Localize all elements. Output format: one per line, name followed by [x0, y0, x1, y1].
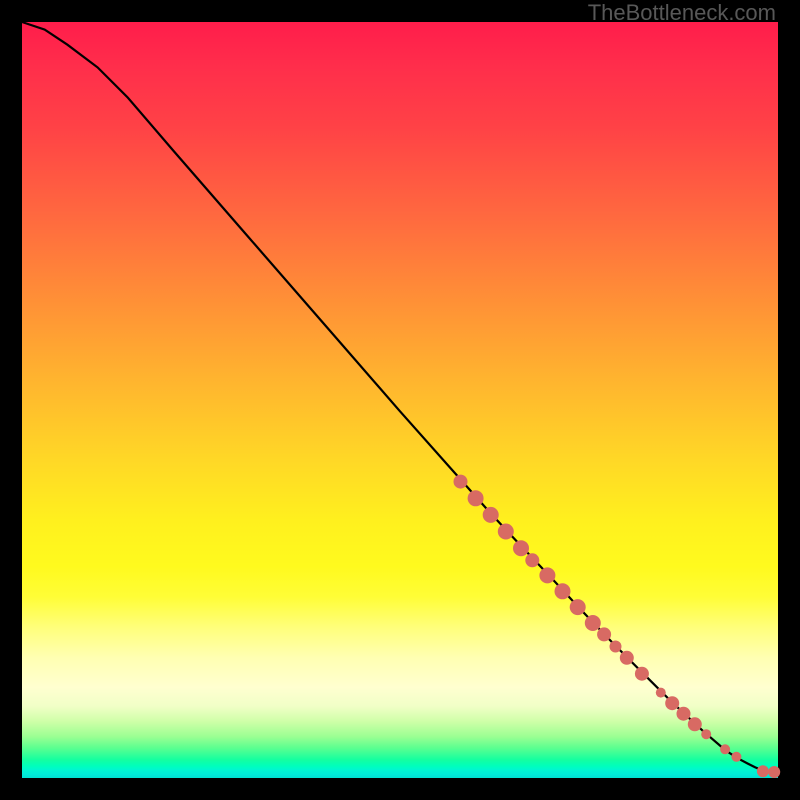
data-point	[731, 752, 741, 762]
plot-area	[22, 22, 778, 778]
data-point	[525, 553, 539, 567]
data-point	[555, 583, 571, 599]
data-point	[656, 688, 666, 698]
data-point	[483, 507, 499, 523]
data-point	[539, 567, 555, 583]
data-point	[701, 729, 711, 739]
data-point	[610, 641, 622, 653]
data-point	[468, 490, 484, 506]
data-point	[688, 717, 702, 731]
data-point	[620, 651, 634, 665]
trend-curve	[22, 22, 778, 772]
data-point	[454, 475, 468, 489]
data-point	[635, 667, 649, 681]
chart-svg	[22, 22, 778, 778]
data-points-group	[454, 475, 781, 778]
data-point	[677, 707, 691, 721]
data-point	[570, 599, 586, 615]
data-point	[757, 765, 769, 777]
data-point	[665, 696, 679, 710]
data-point	[597, 627, 611, 641]
data-point	[768, 766, 780, 778]
data-point	[585, 615, 601, 631]
data-point	[513, 540, 529, 556]
data-point	[498, 524, 514, 540]
chart-frame: TheBottleneck.com	[0, 0, 800, 800]
data-point	[720, 744, 730, 754]
